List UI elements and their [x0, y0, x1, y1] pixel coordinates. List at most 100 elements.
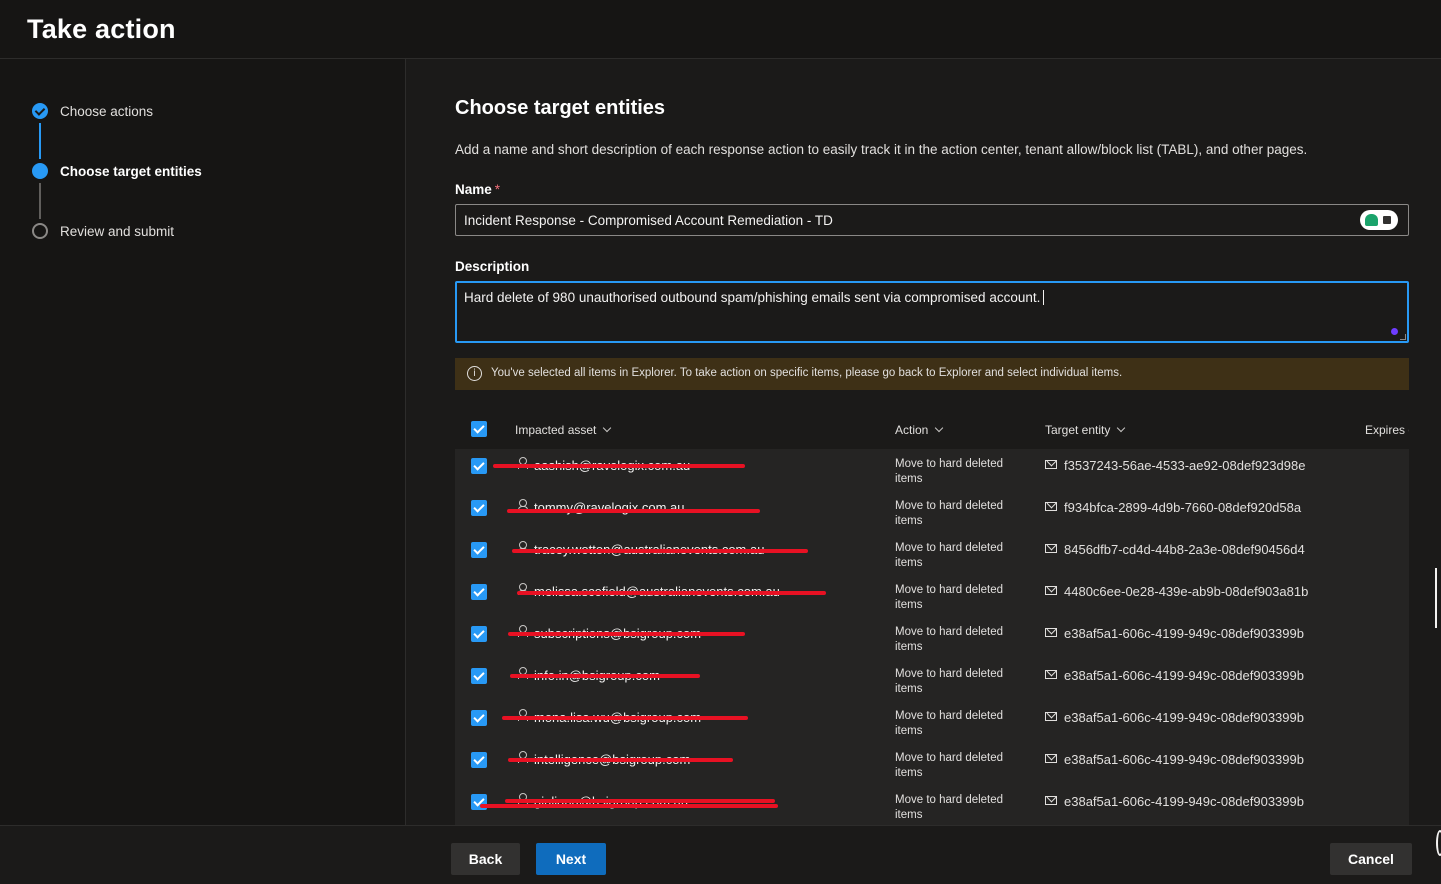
step-choose-target-entities[interactable]: Choose target entities — [32, 161, 202, 181]
row-checkbox[interactable] — [471, 626, 487, 642]
redaction-mark — [508, 758, 733, 762]
overlay-edge-icon — [1436, 830, 1441, 856]
column-header-target-entity[interactable]: Target entity — [1045, 423, 1126, 437]
table-row[interactable]: tommy@ravelogix.com.au Move to hard dele… — [455, 491, 1409, 533]
target-entity: e38af5a1-606c-4199-949c-08def903399b — [1064, 752, 1304, 767]
column-header-label: Target entity — [1045, 423, 1111, 437]
description-field[interactable]: Hard delete of 980 unauthorised outbound… — [455, 281, 1409, 343]
redaction-mark — [510, 674, 700, 678]
row-checkbox[interactable] — [471, 710, 487, 726]
name-label: Name * — [455, 182, 500, 197]
row-checkbox[interactable] — [471, 500, 487, 516]
target-entity: f3537243-56ae-4533-ae92-08def923d98e — [1064, 458, 1306, 473]
panel-footer: Back Next Cancel — [0, 825, 1441, 884]
chevron-down-icon — [935, 423, 944, 433]
step-pending-icon — [32, 223, 48, 239]
text-caret — [1043, 290, 1045, 305]
step-complete-icon — [32, 103, 48, 119]
row-checkbox[interactable] — [471, 542, 487, 558]
row-action: Move to hard deleted items — [895, 626, 1004, 653]
password-manager-icon[interactable] — [1360, 210, 1398, 230]
step-connector — [39, 123, 41, 159]
description-field-value: Hard delete of 980 unauthorised outbound… — [464, 290, 1045, 305]
select-all-checkbox[interactable] — [471, 421, 487, 437]
table-row[interactable]: tracey.wotton@australianevents.com.au Mo… — [455, 533, 1409, 575]
next-button[interactable]: Next — [536, 843, 606, 875]
extension-logo-icon — [1365, 214, 1378, 226]
redaction-mark — [502, 716, 748, 720]
row-action: Move to hard deleted items — [895, 542, 1004, 569]
row-action: Move to hard deleted items — [895, 668, 1004, 695]
mail-icon — [1045, 754, 1057, 763]
column-header-label: Impacted asset — [515, 423, 597, 437]
column-header-expires[interactable]: Expires o — [1365, 423, 1409, 437]
section-title: Choose target entities — [455, 97, 666, 119]
table-row[interactable]: aashish@ravelogix.com.au Move to hard de… — [455, 449, 1409, 491]
step-label: Choose actions — [60, 103, 154, 119]
row-checkbox[interactable] — [471, 584, 487, 600]
description-text: Hard delete of 980 unauthorised outbound… — [464, 290, 1041, 305]
lock-icon — [1383, 216, 1391, 224]
column-header-label: Action — [895, 423, 929, 437]
main-content: Choose target entities Add a name and sh… — [407, 59, 1441, 825]
description-label: Description — [455, 259, 530, 274]
row-action: Move to hard deleted items — [895, 584, 1004, 611]
step-review-and-submit[interactable]: Review and submit — [32, 221, 174, 241]
row-action: Move to hard deleted items — [895, 794, 1004, 821]
table-row[interactable]: giuliana@bsigroup.com.au Move to hard de… — [455, 785, 1409, 825]
row-action: Move to hard deleted items — [895, 710, 1004, 737]
redaction-mark — [493, 464, 745, 468]
step-connector — [39, 183, 41, 219]
step-label: Review and submit — [60, 223, 175, 239]
table-row[interactable]: info.in@bsigroup.com Move to hard delete… — [455, 659, 1409, 701]
info-banner: i You've selected all items in Explorer.… — [455, 358, 1409, 390]
target-entity: 4480c6ee-0e28-439e-ab9b-08def903a81b — [1064, 584, 1309, 599]
table-body: aashish@ravelogix.com.au Move to hard de… — [455, 449, 1409, 825]
info-icon: i — [467, 366, 482, 381]
column-header-impacted-asset[interactable]: Impacted asset — [515, 423, 612, 437]
target-entity: e38af5a1-606c-4199-949c-08def903399b — [1064, 794, 1304, 809]
redaction-mark — [517, 591, 826, 595]
row-checkbox[interactable] — [471, 752, 487, 768]
table-row[interactable]: mona.lisa.wu@bsigroup.com Move to hard d… — [455, 701, 1409, 743]
target-entity: e38af5a1-606c-4199-949c-08def903399b — [1064, 668, 1304, 683]
row-action: Move to hard deleted items — [895, 500, 1004, 527]
mail-icon — [1045, 796, 1057, 805]
row-action: Move to hard deleted items — [895, 458, 1004, 485]
step-choose-actions[interactable]: Choose actions — [32, 101, 153, 121]
row-checkbox[interactable] — [471, 458, 487, 474]
column-header-action[interactable]: Action — [895, 423, 944, 437]
section-description: Add a name and short description of each… — [455, 142, 1308, 157]
info-banner-message: You've selected all items in Explorer. T… — [491, 367, 1123, 379]
mail-icon — [1045, 460, 1057, 469]
mail-icon — [1045, 712, 1057, 721]
name-label-text: Name — [455, 182, 492, 197]
redaction-mark — [508, 632, 745, 636]
step-current-icon — [32, 163, 48, 179]
mail-icon — [1045, 544, 1057, 553]
mail-icon — [1045, 670, 1057, 679]
grammar-checker-icon[interactable] — [1391, 328, 1398, 335]
redaction-mark — [512, 549, 808, 553]
redaction-mark — [480, 804, 778, 808]
chevron-down-icon — [1117, 423, 1126, 433]
table-row[interactable]: intelligence@bsigroup.com Move to hard d… — [455, 743, 1409, 785]
redaction-mark — [507, 509, 760, 513]
row-checkbox[interactable] — [471, 668, 487, 684]
target-entity: e38af5a1-606c-4199-949c-08def903399b — [1064, 710, 1304, 725]
panel-title: Take action — [27, 14, 176, 44]
chevron-down-icon — [603, 423, 612, 433]
target-entity: 8456dfb7-cd4d-44b8-2a3e-08def90456d4 — [1064, 542, 1305, 557]
required-marker: * — [494, 182, 501, 197]
row-action: Move to hard deleted items — [895, 752, 1004, 779]
wizard-steps: Choose actions Choose target entities Re… — [0, 59, 406, 825]
name-field[interactable]: Incident Response - Compromised Account … — [455, 204, 1409, 236]
back-button[interactable]: Back — [451, 843, 520, 875]
step-label: Choose target entities — [60, 163, 202, 179]
resize-handle-icon[interactable] — [1400, 334, 1406, 340]
window-edge — [1435, 568, 1437, 628]
table-row[interactable]: melissa.scofield@australianevents.com.au… — [455, 575, 1409, 617]
table-header: Impacted asset Action Target entity Expi… — [455, 411, 1409, 449]
table-row[interactable]: subscriptions@bsigroup.com Move to hard … — [455, 617, 1409, 659]
cancel-button[interactable]: Cancel — [1330, 843, 1412, 875]
